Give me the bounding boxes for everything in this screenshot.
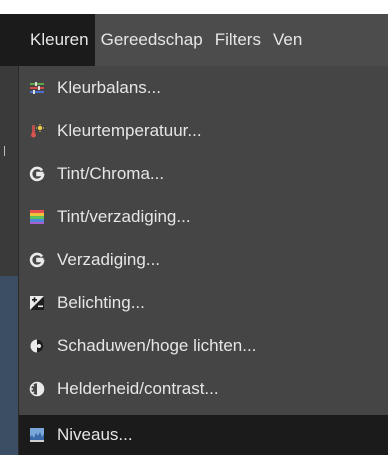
menu-item-helderheid-contrast[interactable]: Helderheid/contrast... xyxy=(19,369,388,409)
menu-item-label: Helderheid/contrast... xyxy=(57,379,219,398)
menu-item-label: Belichting... xyxy=(57,293,145,312)
menu-item-label: Kleurtemperatuur... xyxy=(57,121,202,140)
window-top-edge xyxy=(0,0,388,14)
menu-item-label: Tint/Chroma... xyxy=(57,164,165,183)
ruler-mark xyxy=(4,146,5,156)
kleuren-dropdown-menu: Kleurbalans... Kleurtemperatuur... Tint/… xyxy=(18,66,388,455)
menu-item-tint-verzadiging[interactable]: Tint/verzadiging... xyxy=(19,197,388,237)
menu-kleuren[interactable]: Kleuren xyxy=(0,14,95,66)
menu-item-kleurtemperatuur[interactable]: Kleurtemperatuur... xyxy=(19,111,388,151)
background-canvas-area xyxy=(0,66,18,455)
exposure-icon xyxy=(29,295,45,311)
hue-saturation-icon xyxy=(29,209,45,225)
hue-chroma-icon xyxy=(29,166,45,182)
shadows-highlights-icon xyxy=(29,338,45,354)
menu-item-belichting[interactable]: Belichting... xyxy=(19,283,388,323)
menu-item-tint-chroma[interactable]: Tint/Chroma... xyxy=(19,154,388,194)
menu-gereedschap[interactable]: Gereedschap xyxy=(95,14,209,66)
menu-item-label: Verzadiging... xyxy=(57,250,161,269)
brightness-contrast-icon xyxy=(29,381,45,397)
color-temperature-icon xyxy=(29,123,45,139)
app-window: Kleuren Gereedschap Filters Ven Kleurbal… xyxy=(0,0,388,455)
saturation-icon xyxy=(29,252,45,268)
menu-item-kleurbalans[interactable]: Kleurbalans... xyxy=(19,68,388,108)
menubar: Kleuren Gereedschap Filters Ven xyxy=(0,14,388,66)
levels-icon xyxy=(29,427,45,443)
menu-filters[interactable]: Filters xyxy=(209,14,267,66)
menu-item-niveaus[interactable]: Niveaus... xyxy=(19,415,388,455)
menu-item-verzadiging[interactable]: Verzadiging... xyxy=(19,240,388,280)
menu-item-label: Niveaus... xyxy=(57,425,133,444)
menu-vensters[interactable]: Ven xyxy=(267,14,308,66)
canvas-image-edge xyxy=(0,276,18,455)
menu-item-label: Kleurbalans... xyxy=(57,78,161,97)
menu-item-schaduwen-hoge-lichten[interactable]: Schaduwen/hoge lichten... xyxy=(19,326,388,366)
menu-item-label: Schaduwen/hoge lichten... xyxy=(57,336,257,355)
menu-item-label: Tint/verzadiging... xyxy=(57,207,191,226)
color-balance-icon xyxy=(29,80,45,96)
